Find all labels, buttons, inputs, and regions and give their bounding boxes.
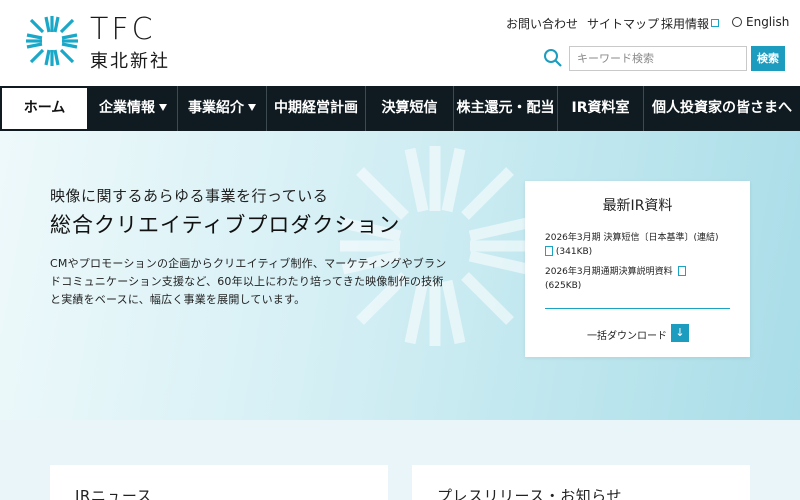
nav-ir-library[interactable]: IR資料室	[558, 86, 644, 131]
nav-business-label: 事業紹介	[188, 100, 244, 116]
external-link-icon	[711, 19, 720, 27]
ir-document-size: (341KB)	[555, 247, 593, 257]
nav-home-label: ホーム	[23, 100, 66, 116]
emblem-watermark-icon	[340, 146, 530, 346]
chevron-down-icon	[248, 104, 256, 111]
pdf-icon	[545, 246, 553, 256]
ir-card-divider	[545, 308, 730, 309]
nav-individual-investors[interactable]: 個人投資家の皆さまへ	[644, 86, 800, 131]
ir-document-title: 2026年3月期通期決算説明資料	[545, 267, 673, 277]
nav-company-label: 企業情報	[99, 100, 155, 116]
contact-link[interactable]: お問い合わせ	[506, 15, 578, 32]
contact-label: お問い合わせ	[506, 17, 579, 31]
site-header: TFC 東北新社 お問い合わせ サイトマップ 採用情報 English 検索	[0, 0, 800, 86]
ir-card-title: 最新IR資料	[602, 198, 673, 214]
nav-midterm-plan-label: 中期経営計画	[274, 100, 358, 116]
brand-name-jp[interactable]: 東北新社	[90, 47, 170, 73]
search-input[interactable]	[569, 46, 747, 71]
search-icon[interactable]	[543, 48, 563, 68]
chevron-down-icon	[159, 104, 167, 111]
latest-ir-card: 最新IR資料 2026年3月期 決算短信〔日本基準〕(連結) (341KB) 2…	[525, 181, 750, 357]
careers-link[interactable]: 採用情報	[661, 15, 720, 32]
ir-news-panel: IRニュース	[50, 465, 388, 500]
nav-dividends-label: 株主還元・配当	[456, 100, 555, 116]
search-button[interactable]: 検索	[751, 46, 785, 71]
nav-individual-investors-label: 個人投資家の皆さまへ	[652, 100, 792, 116]
hero-description-line: と実績をベースに、幅広く事業を展開しています。	[50, 293, 306, 306]
ir-news-heading: IRニュース	[75, 487, 153, 500]
nav-midterm-plan[interactable]: 中期経営計画	[267, 86, 366, 131]
download-icon[interactable]: ↓	[671, 324, 689, 342]
nav-dividends[interactable]: 株主還元・配当	[454, 86, 558, 131]
ir-document-link[interactable]: 2026年3月期通期決算説明資料 (625KB)	[545, 265, 687, 293]
sitemap-label: サイトマップ	[587, 17, 660, 31]
language-link[interactable]: English	[732, 15, 789, 29]
nav-earnings[interactable]: 決算短信	[366, 86, 454, 131]
press-release-heading: プレスリリース・お知らせ	[437, 487, 622, 500]
hero-tagline: 映像に関するあらゆる事業を行っている	[50, 187, 329, 205]
bulk-download-link[interactable]: 一括ダウンロード	[587, 327, 667, 342]
news-section: IRニュース プレスリリース・お知らせ	[0, 420, 800, 500]
hero-description-line: CMやプロモーションの企画からクリエイティブ制作、マーケティングやブラン	[50, 257, 447, 270]
globe-icon	[732, 17, 742, 27]
sitemap-link[interactable]: サイトマップ	[587, 15, 659, 32]
main-nav: ホーム 企業情報 事業紹介 中期経営計画 決算短信 株主還元・配当 IR資料室 …	[0, 86, 800, 131]
hero-description: CMやプロモーションの企画からクリエイティブ制作、マーケティングやブラン ドコミ…	[50, 255, 460, 309]
pdf-icon	[678, 266, 687, 276]
brand-name-en[interactable]: TFC	[90, 12, 156, 47]
ir-document-title: 2026年3月期 決算短信〔日本基準〕(連結)	[545, 233, 719, 243]
nav-ir-library-label: IR資料室	[571, 100, 630, 116]
language-label: English	[746, 15, 790, 29]
hero-title: 総合クリエイティブプロダクション	[50, 213, 401, 237]
ir-document-size: (625KB)	[545, 281, 582, 291]
ir-document-link[interactable]: 2026年3月期 決算短信〔日本基準〕(連結) (341KB)	[545, 231, 719, 259]
careers-label: 採用情報	[661, 17, 710, 31]
nav-business[interactable]: 事業紹介	[178, 86, 267, 131]
nav-earnings-label: 決算短信	[381, 100, 438, 116]
press-release-panel: プレスリリース・お知らせ	[412, 465, 750, 500]
nav-company[interactable]: 企業情報	[89, 86, 178, 131]
tfc-logo-icon[interactable]	[22, 12, 82, 70]
hero-description-line: ドコミュニケーション支援など、60年以上にわたり培ってきた映像制作の技術	[50, 275, 444, 288]
nav-home[interactable]: ホーム	[0, 86, 89, 131]
